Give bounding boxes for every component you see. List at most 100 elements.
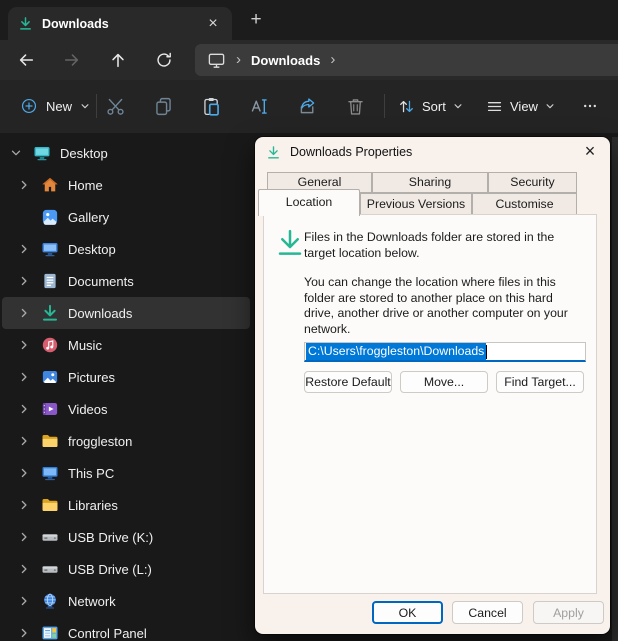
cancel-button[interactable]: Cancel (452, 601, 523, 624)
sidebar-item-documents[interactable]: Documents (2, 265, 250, 297)
dialog-tab-security[interactable]: Security (488, 172, 577, 193)
breadcrumb-downloads[interactable]: Downloads (251, 53, 320, 68)
sidebar-item-downloads[interactable]: Downloads (2, 297, 250, 329)
text-caret (486, 345, 487, 359)
sidebar-item-control-panel[interactable]: Control Panel (2, 617, 250, 641)
chevron-right-icon[interactable] (16, 369, 32, 385)
sidebar-item-desktop[interactable]: Desktop (2, 233, 250, 265)
content-scroll-strip[interactable] (612, 137, 618, 641)
sidebar-item-label: Downloads (68, 306, 132, 321)
network-icon (41, 592, 59, 610)
selected-path-text: C:\Users\froggleston\Downloads (306, 343, 486, 360)
share-button[interactable] (287, 88, 327, 124)
paste-button[interactable] (191, 88, 231, 124)
dialog-close-icon[interactable]: × (577, 140, 603, 164)
chevron-down-icon (80, 101, 90, 111)
sort-button-label: Sort (422, 99, 446, 114)
sidebar-item-videos[interactable]: Videos (2, 393, 250, 425)
address-bar[interactable]: › Downloads › (195, 44, 618, 76)
forward-icon[interactable] (56, 44, 88, 76)
chevron-right-icon[interactable] (16, 177, 32, 193)
ellipsis-icon (582, 98, 598, 114)
copy-button[interactable] (143, 88, 183, 124)
sidebar-item-froggleston[interactable]: froggleston (2, 425, 250, 457)
downloads-properties-dialog: Downloads Properties × GeneralSharingSec… (255, 137, 610, 634)
sidebar-item-gallery[interactable]: Gallery (2, 201, 250, 233)
sidebar-item-home[interactable]: Home (2, 169, 250, 201)
copy-icon (153, 96, 174, 117)
sidebar-item-usb-drive-k[interactable]: USB Drive (K:) (2, 521, 250, 553)
explorer-tab-downloads[interactable]: Downloads × (8, 7, 232, 40)
folder-path-input[interactable]: C:\Users\froggleston\Downloads (304, 342, 586, 362)
sidebar-item-pictures[interactable]: Pictures (2, 361, 250, 393)
move-button[interactable]: Move... (400, 371, 488, 393)
chevron-right-icon[interactable] (16, 497, 32, 513)
view-lines-icon (486, 98, 503, 115)
chevron-right-icon[interactable] (16, 401, 32, 417)
more-options-button[interactable] (570, 88, 610, 124)
sidebar-item-label: Pictures (68, 370, 115, 385)
chevron-right-icon[interactable] (16, 561, 32, 577)
sidebar-item-label: Desktop (68, 242, 116, 257)
sidebar-item-label: Videos (68, 402, 108, 417)
new-button[interactable]: New (10, 89, 100, 123)
chevron-right-icon[interactable] (16, 593, 32, 609)
chevron-right-icon[interactable] (16, 625, 32, 641)
download-icon (266, 145, 281, 160)
refresh-icon[interactable] (148, 44, 180, 76)
delete-icon (345, 96, 366, 117)
sidebar-item-network[interactable]: Network (2, 585, 250, 617)
chevron-right-icon[interactable] (16, 241, 32, 257)
this-pc-monitor-icon (207, 51, 226, 70)
sidebar-item-usb-drive-l[interactable]: USB Drive (L:) (2, 553, 250, 585)
dialog-tab-customise[interactable]: Customise (472, 193, 577, 215)
new-button-label: New (46, 99, 72, 114)
tab-close-icon[interactable]: × (204, 16, 222, 32)
chevron-right-icon[interactable] (16, 529, 32, 545)
back-icon[interactable] (10, 44, 42, 76)
sidebar-item-label: Music (68, 338, 102, 353)
breadcrumb-chevron-icon[interactable]: › (330, 53, 335, 67)
dialog-title: Downloads Properties (290, 145, 412, 159)
sidebar-item-libraries[interactable]: Libraries (2, 489, 250, 521)
chevron-down-icon (453, 101, 463, 111)
sort-button[interactable]: Sort (390, 89, 471, 123)
chevron-right-icon[interactable] (16, 337, 32, 353)
chevron-down-icon[interactable] (8, 145, 24, 161)
rename-icon (249, 96, 270, 117)
restore-default-button[interactable]: Restore Default (304, 371, 392, 393)
dialog-tab-previous-versions[interactable]: Previous Versions (360, 193, 472, 215)
location-intro-text: Files in the Downloads folder are stored… (304, 230, 574, 261)
chevron-right-icon[interactable] (16, 433, 32, 449)
pictures-icon (41, 368, 59, 386)
circle-plus-icon (20, 97, 38, 115)
sidebar-item-label: Libraries (68, 498, 118, 513)
find-target-button[interactable]: Find Target... (496, 371, 584, 393)
view-button-label: View (510, 99, 538, 114)
dialog-tab-sharing[interactable]: Sharing (372, 172, 488, 193)
desktop-teal-icon (33, 144, 51, 162)
sidebar-item-this-pc[interactable]: This PC (2, 457, 250, 489)
sidebar-item-desktop[interactable]: Desktop (2, 137, 250, 169)
cut-button[interactable] (95, 88, 135, 124)
up-icon[interactable] (102, 44, 134, 76)
sidebar-item-label: Gallery (68, 210, 109, 225)
chevron-right-icon[interactable] (16, 305, 32, 321)
ok-button[interactable]: OK (372, 601, 443, 624)
gallery-icon (41, 208, 59, 226)
dialog-tab-location[interactable]: Location (258, 189, 360, 216)
navigation-bar: › Downloads › (0, 40, 618, 80)
sidebar-item-label: This PC (68, 466, 114, 481)
sidebar-item-label: Home (68, 178, 103, 193)
chevron-right-icon[interactable] (16, 465, 32, 481)
apply-button[interactable]: Apply (533, 601, 604, 624)
sort-arrows-icon (398, 98, 415, 115)
sidebar-item-music[interactable]: Music (2, 329, 250, 361)
view-button[interactable]: View (478, 89, 563, 123)
chevron-right-icon[interactable] (16, 273, 32, 289)
dialog-title-bar: Downloads Properties (255, 137, 610, 167)
rename-button[interactable] (239, 88, 279, 124)
new-tab-button[interactable]: + (244, 9, 268, 33)
delete-button[interactable] (335, 88, 375, 124)
sidebar-item-label: Desktop (60, 146, 108, 161)
